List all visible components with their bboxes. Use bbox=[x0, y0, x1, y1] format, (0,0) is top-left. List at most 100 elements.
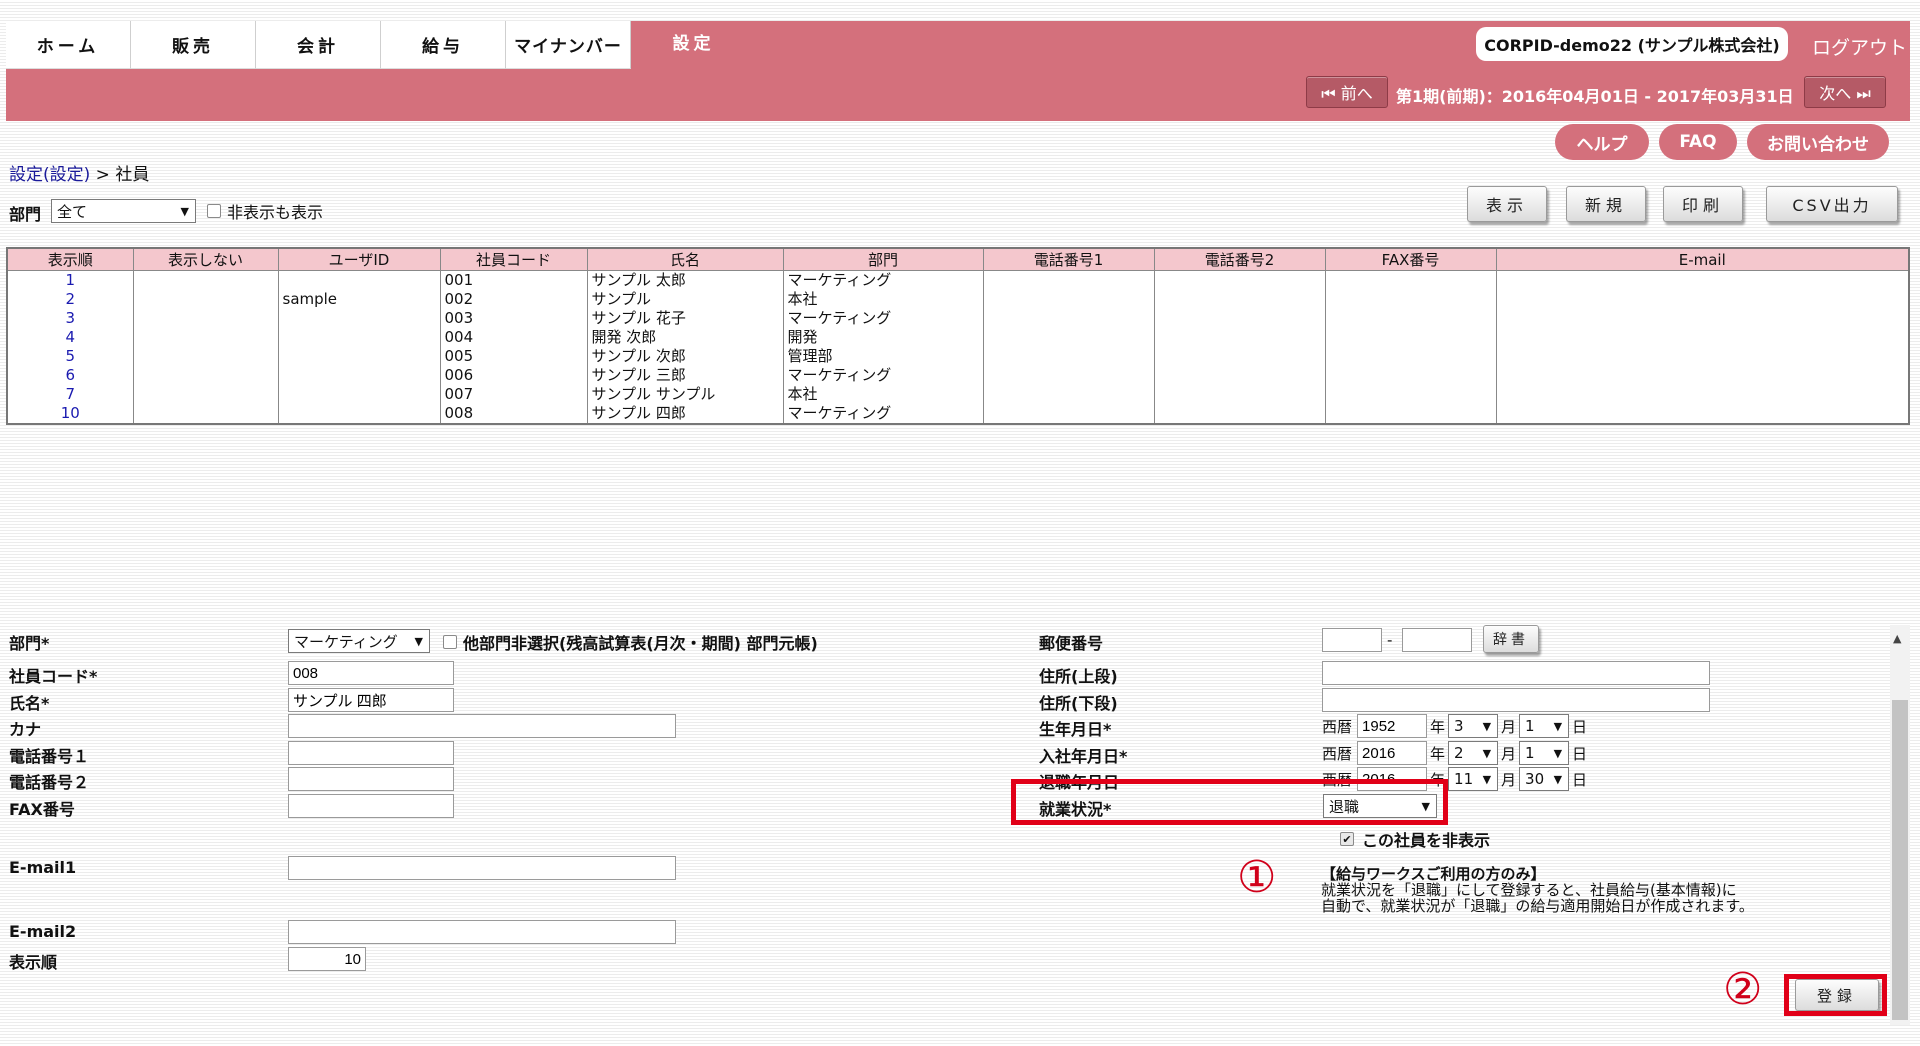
employee-code-input[interactable] bbox=[288, 661, 454, 685]
dept-filter-select[interactable]: 全て ▼ bbox=[51, 199, 196, 223]
zip-second-input[interactable] bbox=[1402, 628, 1472, 652]
display-order-label: 表示順 bbox=[9, 953, 58, 972]
column-header[interactable]: 表示順 bbox=[6, 247, 134, 271]
column-header[interactable]: 電話番号2 bbox=[1153, 247, 1326, 271]
print-button[interactable]: 印刷 bbox=[1663, 186, 1743, 222]
zip-first-input[interactable] bbox=[1322, 628, 1382, 652]
display-order-input[interactable] bbox=[288, 947, 366, 971]
address1-label: 住所(上段) bbox=[1039, 667, 1118, 686]
new-button[interactable]: 新規 bbox=[1566, 186, 1646, 222]
hide-employee-option: ✔ この社員を非表示 bbox=[1340, 827, 1490, 851]
table-row[interactable]: 7 007 サンプル サンプル 本社 bbox=[6, 385, 1910, 404]
order-link[interactable]: 5 bbox=[6, 347, 134, 366]
fax-input[interactable] bbox=[288, 794, 454, 818]
birth-year-input[interactable] bbox=[1357, 714, 1428, 738]
name-input[interactable] bbox=[288, 688, 454, 712]
table-cell bbox=[1324, 328, 1497, 347]
faq-button[interactable]: FAQ bbox=[1659, 124, 1737, 160]
table-row[interactable]: 6 006 サンプル 三郎 マーケティング bbox=[6, 366, 1910, 385]
address2-input[interactable] bbox=[1322, 688, 1710, 712]
dept-select[interactable]: マーケティング ▼ bbox=[288, 629, 430, 653]
order-link[interactable]: 3 bbox=[6, 309, 134, 328]
table-cell bbox=[982, 328, 1155, 347]
kana-input[interactable] bbox=[288, 714, 676, 738]
table-cell: マーケティング bbox=[782, 366, 984, 385]
tab-mynumber[interactable]: マイナンバー bbox=[506, 21, 631, 69]
table-row[interactable]: 1 001 サンプル 太郎 マーケティング bbox=[6, 270, 1910, 290]
birth-month-select[interactable]: 3 ▼ bbox=[1448, 714, 1499, 738]
table-row[interactable]: 4 004 開発 次郎 開発 bbox=[6, 328, 1910, 347]
order-link[interactable]: 4 bbox=[6, 328, 134, 347]
tab-home[interactable]: ホーム bbox=[6, 21, 131, 69]
order-link[interactable]: 6 bbox=[6, 366, 134, 385]
column-header[interactable]: FAX番号 bbox=[1324, 247, 1497, 271]
email2-input[interactable] bbox=[288, 920, 676, 944]
tel1-input[interactable] bbox=[288, 741, 454, 765]
join-day-select[interactable]: 1 ▼ bbox=[1519, 741, 1570, 765]
tab-accounting[interactable]: 会計 bbox=[256, 21, 381, 69]
order-link[interactable]: 2 bbox=[6, 290, 134, 309]
table-row[interactable]: 5 005 サンプル 次郎 管理部 bbox=[6, 347, 1910, 366]
form-scrollbar-thumb[interactable] bbox=[1892, 700, 1908, 1020]
tab-sales[interactable]: 販売 bbox=[131, 21, 256, 69]
leave-day-select[interactable]: 30 ▼ bbox=[1519, 767, 1570, 791]
address1-input[interactable] bbox=[1322, 661, 1710, 685]
csv-export-button[interactable]: CSV出力 bbox=[1766, 186, 1898, 222]
address-dictionary-button[interactable]: 辞書 bbox=[1483, 625, 1539, 653]
table-cell bbox=[1153, 385, 1326, 404]
table-cell bbox=[1324, 270, 1497, 290]
breadcrumb-settings-link[interactable]: 設定(設定) bbox=[9, 165, 90, 185]
prev-period-button[interactable]: ⏮ 前へ bbox=[1306, 76, 1388, 108]
next-period-button[interactable]: 次へ ⏭ bbox=[1804, 76, 1886, 108]
join-date-label: 入社年月日* bbox=[1039, 747, 1128, 766]
email1-input[interactable] bbox=[288, 856, 676, 880]
table-row[interactable]: 10 008 サンプル 四郎 マーケティング bbox=[6, 404, 1910, 424]
column-header[interactable]: 氏名 bbox=[586, 247, 784, 271]
company-name: CORPID-demo22 (サンプル株式会社) bbox=[1476, 27, 1788, 61]
table-cell bbox=[132, 366, 279, 385]
hide-employee-checkbox[interactable]: ✔ bbox=[1340, 832, 1354, 846]
show-hidden-checkbox[interactable] bbox=[207, 204, 221, 218]
payroll-note-title: 【給与ワークスご利用の方のみ】 bbox=[1321, 865, 1546, 883]
table-row[interactable]: 3 003 サンプル 花子 マーケティング bbox=[6, 309, 1910, 328]
table-cell: 001 bbox=[439, 270, 588, 290]
column-header[interactable]: 社員コード bbox=[439, 247, 588, 271]
table-cell: 開発 次郎 bbox=[586, 328, 784, 347]
table-cell: サンプル 太郎 bbox=[586, 270, 784, 290]
leave-month-value: 11 bbox=[1454, 770, 1474, 788]
payroll-note-line2: 自動で、就業状況が「退職」の給与適用開始日が作成されます。 bbox=[1321, 897, 1754, 915]
help-button[interactable]: ヘルプ bbox=[1555, 124, 1649, 160]
leave-month-select[interactable]: 11 ▼ bbox=[1448, 767, 1499, 791]
tab-settings[interactable]: 設定 bbox=[631, 21, 756, 69]
column-header[interactable]: 表示しない bbox=[132, 247, 279, 271]
birth-day-select[interactable]: 1 ▼ bbox=[1519, 714, 1570, 738]
table-cell bbox=[1495, 385, 1910, 404]
breadcrumb: 設定(設定) > 社員 bbox=[9, 160, 149, 185]
order-link[interactable]: 7 bbox=[6, 385, 134, 404]
table-row[interactable]: 2 sample 002 サンプル 本社 bbox=[6, 290, 1910, 309]
join-month-value: 2 bbox=[1454, 744, 1464, 762]
chevron-down-icon: ▼ bbox=[414, 634, 423, 648]
column-header[interactable]: ユーザID bbox=[277, 247, 441, 271]
dept-exclude-checkbox[interactable] bbox=[443, 635, 457, 649]
table-cell: 002 bbox=[439, 290, 588, 309]
order-link[interactable]: 10 bbox=[6, 404, 134, 424]
table-cell bbox=[1153, 404, 1326, 424]
tel2-input[interactable] bbox=[288, 767, 454, 791]
table-cell bbox=[1495, 270, 1910, 290]
join-year-input[interactable] bbox=[1357, 741, 1428, 765]
column-header[interactable]: 部門 bbox=[782, 247, 984, 271]
table-cell bbox=[132, 290, 279, 309]
tab-payroll[interactable]: 給与 bbox=[381, 21, 506, 69]
column-header[interactable]: E-mail bbox=[1495, 247, 1910, 271]
scroll-up-arrow-icon[interactable]: ▲ bbox=[1893, 632, 1901, 645]
show-button[interactable]: 表示 bbox=[1467, 186, 1547, 222]
join-month-select[interactable]: 2 ▼ bbox=[1448, 741, 1499, 765]
column-header[interactable]: 電話番号1 bbox=[982, 247, 1155, 271]
table-cell bbox=[982, 385, 1155, 404]
year-unit: 年 bbox=[1430, 717, 1446, 736]
contact-button[interactable]: お問い合わせ bbox=[1747, 124, 1889, 160]
order-link[interactable]: 1 bbox=[6, 270, 134, 290]
table-cell: サンプル bbox=[586, 290, 784, 309]
logout-link[interactable]: ログアウト bbox=[1812, 33, 1907, 60]
